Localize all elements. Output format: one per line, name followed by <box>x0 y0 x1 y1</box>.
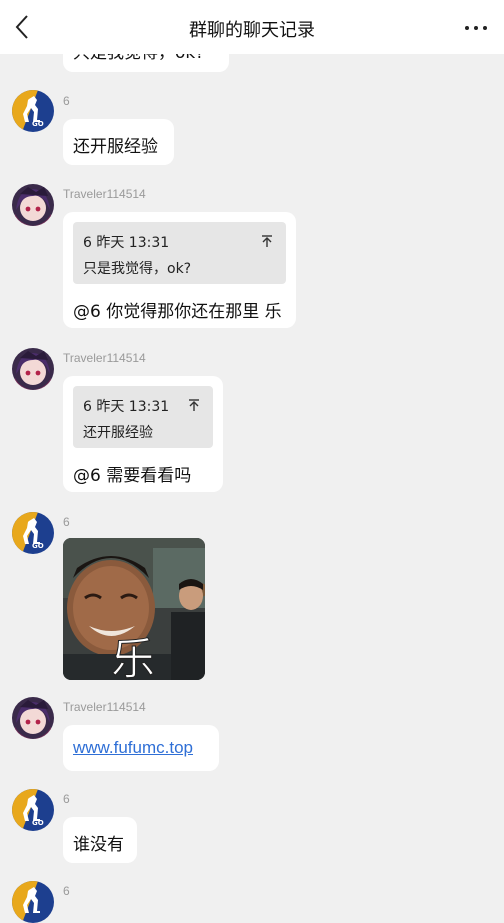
avatar[interactable] <box>12 348 54 390</box>
message-text: 还开服经验 <box>73 137 158 157</box>
message-bubble[interactable]: www.fufumc.top <box>63 725 219 771</box>
message-bubble[interactable]: 谁没有 <box>63 817 137 863</box>
message-bubble[interactable]: 还开服经验 <box>63 119 174 165</box>
message-bubble[interactable]: 6 昨天 13:31 只是我觉得，ok? @6 你觉得那你还在那里 乐 <box>63 212 296 328</box>
csgo-avatar-icon: GO <box>12 512 54 554</box>
website-link[interactable]: www.fufumc.top <box>73 738 193 758</box>
sticker-image[interactable]: 乐 <box>63 538 205 680</box>
avatar[interactable] <box>12 881 54 923</box>
svg-text:GO: GO <box>32 819 44 827</box>
avatar[interactable] <box>12 184 54 226</box>
avatar[interactable] <box>12 697 54 739</box>
quote-text: 还开服经验 <box>83 425 153 441</box>
quoted-message[interactable]: 6 昨天 13:31 还开服经验 <box>73 386 213 448</box>
message-text: 谁没有 <box>73 835 124 855</box>
message-bubble[interactable]: 6 昨天 13:31 还开服经验 @6 需要看看吗 <box>63 376 223 492</box>
sender-name: Traveler114514 <box>63 187 146 201</box>
top-nav-bar: 群聊的聊天记录 <box>0 0 504 54</box>
jump-to-top-icon[interactable] <box>260 234 274 248</box>
chat-history: 只是我觉得，ok? GO 6 还开服经验 Traveler114514 6 昨天… <box>0 0 504 923</box>
sender-name: 6 <box>63 94 70 108</box>
laughing-man-sticker-icon: 乐 <box>63 538 205 680</box>
avatar[interactable]: GO <box>12 789 54 831</box>
sender-name: 6 <box>63 792 70 806</box>
anime-character-avatar-icon <box>12 184 54 226</box>
quote-text: 只是我觉得，ok? <box>83 261 192 277</box>
quoted-message[interactable]: 6 昨天 13:31 只是我觉得，ok? <box>73 222 286 284</box>
sender-name: 6 <box>63 515 70 529</box>
message-text: @6 需要看看吗 <box>73 466 192 486</box>
avatar[interactable]: GO <box>12 512 54 554</box>
anime-character-avatar-icon <box>12 697 54 739</box>
svg-text:GO: GO <box>32 120 44 128</box>
sticker-caption: 乐 <box>111 634 155 680</box>
jump-to-top-icon[interactable] <box>187 398 201 412</box>
page-title: 群聊的聊天记录 <box>189 20 315 41</box>
more-horizontal-icon[interactable] <box>462 18 490 38</box>
sender-name: Traveler114514 <box>63 351 146 365</box>
message-text: @6 你觉得那你还在那里 乐 <box>73 302 282 322</box>
svg-text:GO: GO <box>32 542 44 550</box>
csgo-avatar-icon <box>12 881 54 923</box>
quote-meta: 6 昨天 13:31 <box>83 235 170 251</box>
anime-character-avatar-icon <box>12 348 54 390</box>
csgo-avatar-icon: GO <box>12 90 54 132</box>
quote-meta: 6 昨天 13:31 <box>83 399 170 415</box>
avatar[interactable]: GO <box>12 90 54 132</box>
csgo-avatar-icon: GO <box>12 789 54 831</box>
sender-name: 6 <box>63 884 70 898</box>
sender-name: Traveler114514 <box>63 700 146 714</box>
